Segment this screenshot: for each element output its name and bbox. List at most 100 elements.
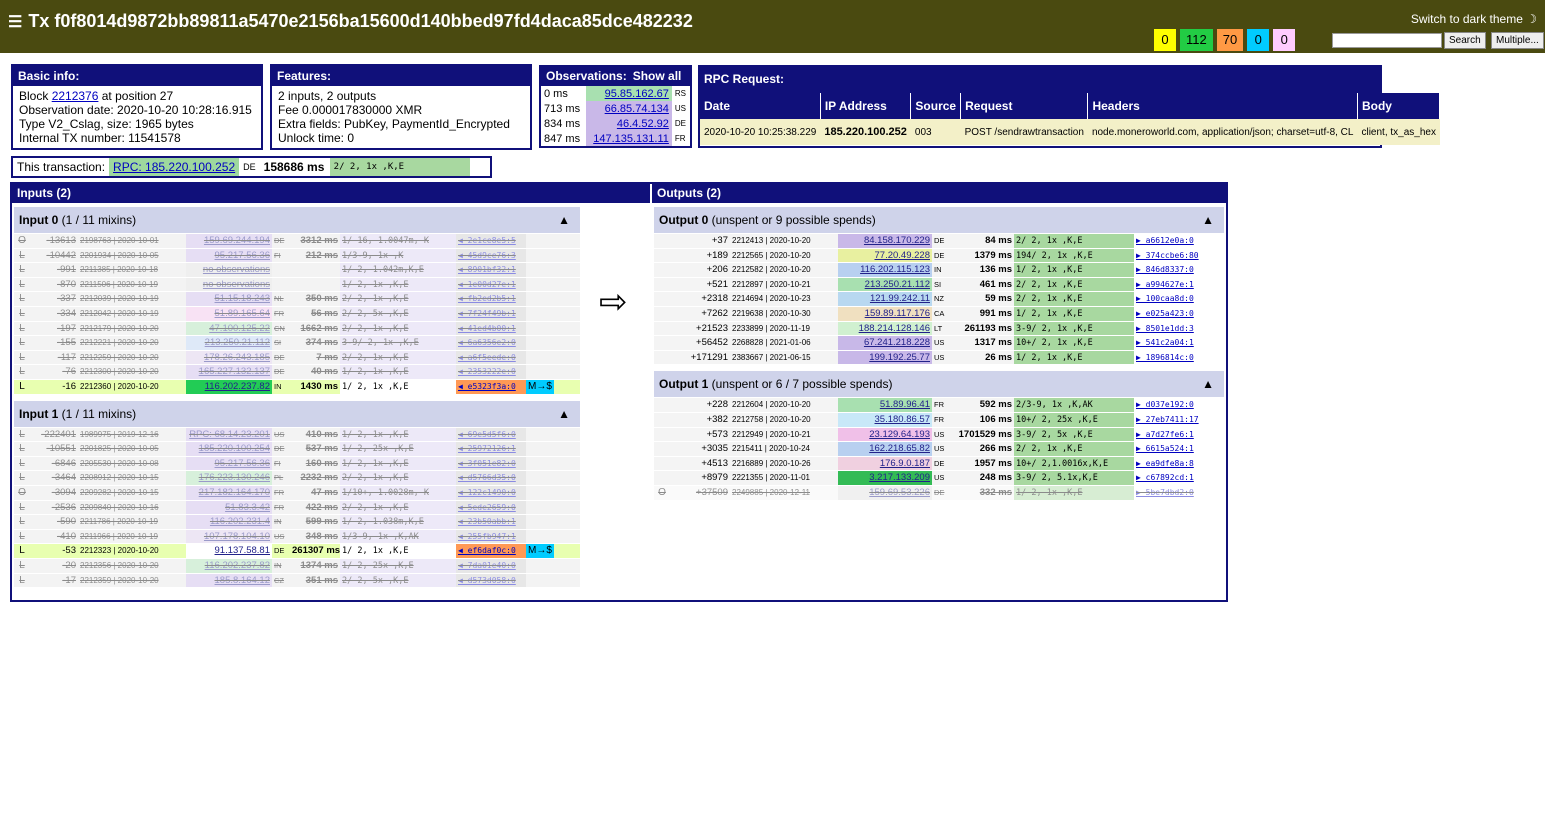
row-block-date[interactable]: 2212300 | 2020-10-20 (78, 365, 170, 379)
output-spend-row[interactable]: +56452 2268828 | 2021-01-06 67.241.218.228… (654, 336, 1224, 351)
row-block-date[interactable]: 2233899 | 2020-11-19 (730, 322, 822, 336)
row-block-date[interactable]: 2208912 | 2020-10-15 (78, 471, 170, 485)
row-ip[interactable]: 116.202.237.82 (186, 379, 272, 394)
row-ip[interactable]: 121.99.242.11 (838, 292, 932, 306)
row-key-link[interactable]: ▶ ea9dfe8a:8 (1134, 456, 1224, 471)
row-block-date[interactable]: 2212949 | 2020-10-21 (730, 428, 822, 442)
row-key-link[interactable]: ◀ 8901bf32:1 (456, 263, 526, 277)
input-ring-row[interactable]: L -870 2211506 | 2020-10-19 no observations… (14, 277, 580, 293)
row-block-date[interactable]: 2212582 | 2020-10-20 (730, 263, 822, 277)
observation-ip[interactable]: 46.4.52.92 (585, 116, 672, 131)
row-block-date[interactable]: 2219638 | 2020-10-30 (730, 307, 822, 321)
observation-ip[interactable]: 95.85.162.67 (585, 86, 672, 101)
row-key-link[interactable]: ◀ d5766d35:0 (456, 471, 526, 485)
input-ring-row[interactable]: L -17 2212359 | 2020-10-20 185.8.164.12 CZ 35… (14, 573, 580, 589)
row-ip[interactable]: 116.202.237.82 (186, 558, 272, 573)
row-block-date[interactable]: 2212360 | 2020-10-20 (78, 380, 170, 394)
row-block-date[interactable]: 2211966 | 2020-10-19 (78, 530, 170, 544)
input-ring-row[interactable]: L -155 2212221 | 2020-10-20 213.250.21.112 S… (14, 336, 580, 351)
row-block-date[interactable]: 2212039 | 2020-10-19 (78, 292, 170, 306)
input-ring-row[interactable]: L -53 2212323 | 2020-10-20 91.137.58.81 DE 26… (14, 544, 580, 559)
row-key-link[interactable]: ▶ 27eb7411:17 (1134, 412, 1224, 427)
row-key-link[interactable]: ▶ a7d27fe6:1 (1134, 427, 1224, 442)
input-ring-row[interactable]: L -2536 2209840 | 2020-10-16 51.83.3.42 FR 42… (14, 500, 580, 516)
row-ip[interactable]: 51.89.165.64 (186, 306, 272, 321)
output-spend-row[interactable]: O +37509 2249885 | 2020-12-11 159.69.53.226… (654, 485, 1224, 501)
row-block-date[interactable]: 2212042 | 2020-10-19 (78, 307, 170, 321)
row-block-date[interactable]: 2212758 | 2020-10-20 (730, 413, 822, 427)
row-block-date[interactable]: 1989975 | 2019-12-16 (78, 428, 170, 442)
row-key-link[interactable]: ◀ 7f24f49b:1 (456, 306, 526, 321)
row-ip[interactable]: 176.9.0.187 (838, 456, 932, 471)
row-ip[interactable]: 178.26.243.185 (186, 350, 272, 365)
input-ring-row[interactable]: L -6846 2205530 | 2020-10-08 95.217.56.36 FI… (14, 456, 580, 472)
input-ring-row[interactable]: L -197 2212179 | 2020-10-20 47.100.125.22 CN… (14, 321, 580, 337)
row-ip[interactable]: 91.137.58.81 (186, 544, 272, 558)
count-badge[interactable]: 0 (1154, 29, 1176, 51)
input-ring-row[interactable]: L -334 2212042 | 2020-10-19 51.89.165.64 FR 5… (14, 306, 580, 322)
row-ip[interactable]: 159.69.244.194 (186, 234, 272, 248)
row-key-link[interactable]: ◀ a6f5eede:0 (456, 350, 526, 365)
count-badge[interactable]: 0 (1247, 29, 1270, 51)
menu-icon[interactable]: ☰ (8, 14, 22, 31)
row-key-link[interactable]: ◀ 5ede2659:0 (456, 500, 526, 515)
row-block-date[interactable]: 2268828 | 2021-01-06 (730, 336, 822, 350)
row-ip[interactable]: 217.182.164.170 (186, 485, 272, 500)
row-key-link[interactable]: ▶ 5be7dbd2:0 (1134, 485, 1224, 500)
row-ip[interactable]: 51.83.3.42 (186, 500, 272, 515)
input-ring-row[interactable]: L -410 2211966 | 2020-10-19 107.178.104.10 U… (14, 529, 580, 545)
row-ip[interactable]: 159.89.117.176 (838, 306, 932, 321)
row-ip[interactable]: 188.214.128.146 (838, 321, 932, 336)
input-ring-row[interactable]: L -991 2211385 | 2020-10-18 no observations… (14, 263, 580, 278)
output-spend-row[interactable]: +3035 2215411 | 2020-10-24 162.218.65.82 US… (654, 442, 1224, 457)
row-ip[interactable]: RPC: 68.14.23.201 (186, 427, 272, 442)
row-ip[interactable]: 95.217.56.36 (186, 456, 272, 471)
row-ip[interactable]: 199.192.25.77 (838, 350, 932, 365)
row-key-link[interactable]: ◀ 6a6356e2:0 (456, 336, 526, 350)
row-block-date[interactable]: 2201934 | 2020-10-05 (78, 249, 170, 263)
show-all-link[interactable]: Show all (633, 69, 682, 83)
row-ip[interactable]: 84.158.170.229 (838, 234, 932, 248)
row-ip[interactable]: 35.180.86.57 (838, 412, 932, 427)
row-ip[interactable]: no observations (186, 277, 272, 292)
input-ring-row[interactable]: L -117 2212259 | 2020-10-20 178.26.243.185 D… (14, 350, 580, 366)
row-key-link[interactable]: ▶ 541c2a04:1 (1134, 336, 1224, 350)
input-ring-row[interactable]: L -222401 1989975 | 2019-12-16 RPC: 68.14.2… (14, 427, 580, 443)
row-key-link[interactable]: ◀ 2e1ce8e5:5 (456, 234, 526, 248)
input-ring-row[interactable]: L -16 2212360 | 2020-10-20 116.202.237.82 IN… (14, 379, 580, 395)
row-block-date[interactable]: 2209840 | 2020-10-16 (78, 501, 170, 515)
row-key-link[interactable]: ▶ a6612e0a:0 (1134, 234, 1224, 248)
output-spend-row[interactable]: +4513 2216889 | 2020-10-26 176.9.0.187 DE 19… (654, 456, 1224, 472)
row-block-date[interactable]: 2212413 | 2020-10-20 (730, 234, 822, 248)
row-ip[interactable]: 116.202.231.4 (186, 515, 272, 529)
row-block-date[interactable]: 2201825 | 2020-10-05 (78, 442, 170, 456)
row-ip[interactable]: 47.100.125.22 (186, 321, 272, 336)
row-ip[interactable]: 95.217.56.36 (186, 248, 272, 263)
row-block-date[interactable]: 2211385 | 2020-10-18 (78, 263, 170, 277)
search-button[interactable]: Search (1444, 32, 1486, 49)
row-key-link[interactable]: ▶ a994627e:1 (1134, 277, 1224, 292)
dark-theme-toggle[interactable]: Switch to dark theme ☽ (1411, 12, 1537, 26)
row-key-link[interactable]: ▶ d037e192:0 (1134, 398, 1224, 412)
row-key-link[interactable]: ◀ 41ed4b00:1 (456, 321, 526, 336)
row-block-date[interactable]: 2214694 | 2020-10-23 (730, 292, 822, 306)
row-key-link[interactable]: ▶ 374ccbe6:80 (1134, 248, 1224, 263)
input-ring-row[interactable]: L -3464 2208912 | 2020-10-15 176.223.130.24… (14, 471, 580, 486)
row-block-date[interactable]: 2209282 | 2020-10-15 (78, 486, 170, 500)
row-block-date[interactable]: 2211786 | 2020-10-19 (78, 515, 170, 529)
output-spend-row[interactable]: +206 2212582 | 2020-10-20 116.202.115.123 I… (654, 263, 1224, 278)
row-key-link[interactable]: ◀ ef6daf0c:0 (456, 544, 526, 558)
row-block-date[interactable]: 2216889 | 2020-10-26 (730, 457, 822, 471)
row-block-date[interactable]: 2212259 | 2020-10-20 (78, 351, 170, 365)
input-ring-row[interactable]: L -76 2212300 | 2020-10-20 165.227.132.137 D… (14, 365, 580, 380)
row-key-link[interactable]: ◀ 122c1490:0 (456, 485, 526, 500)
row-ip[interactable]: 213.250.21.112 (838, 277, 932, 292)
rpc-ip-link[interactable]: RPC: 185.220.100.252 (113, 160, 235, 174)
row-key-link[interactable]: ◀ 23b50abb:1 (456, 515, 526, 529)
row-block-date[interactable]: 2212179 | 2020-10-20 (78, 322, 170, 336)
input-ring-row[interactable]: L -20 2212356 | 2020-10-20 116.202.237.82 IN… (14, 558, 580, 574)
observation-ip[interactable]: 147.135.131.11 (585, 131, 672, 146)
row-ip[interactable]: 162.218.65.82 (838, 442, 932, 456)
row-ip[interactable]: 159.69.53.226 (838, 485, 932, 500)
count-badge[interactable]: 0 (1273, 29, 1296, 51)
